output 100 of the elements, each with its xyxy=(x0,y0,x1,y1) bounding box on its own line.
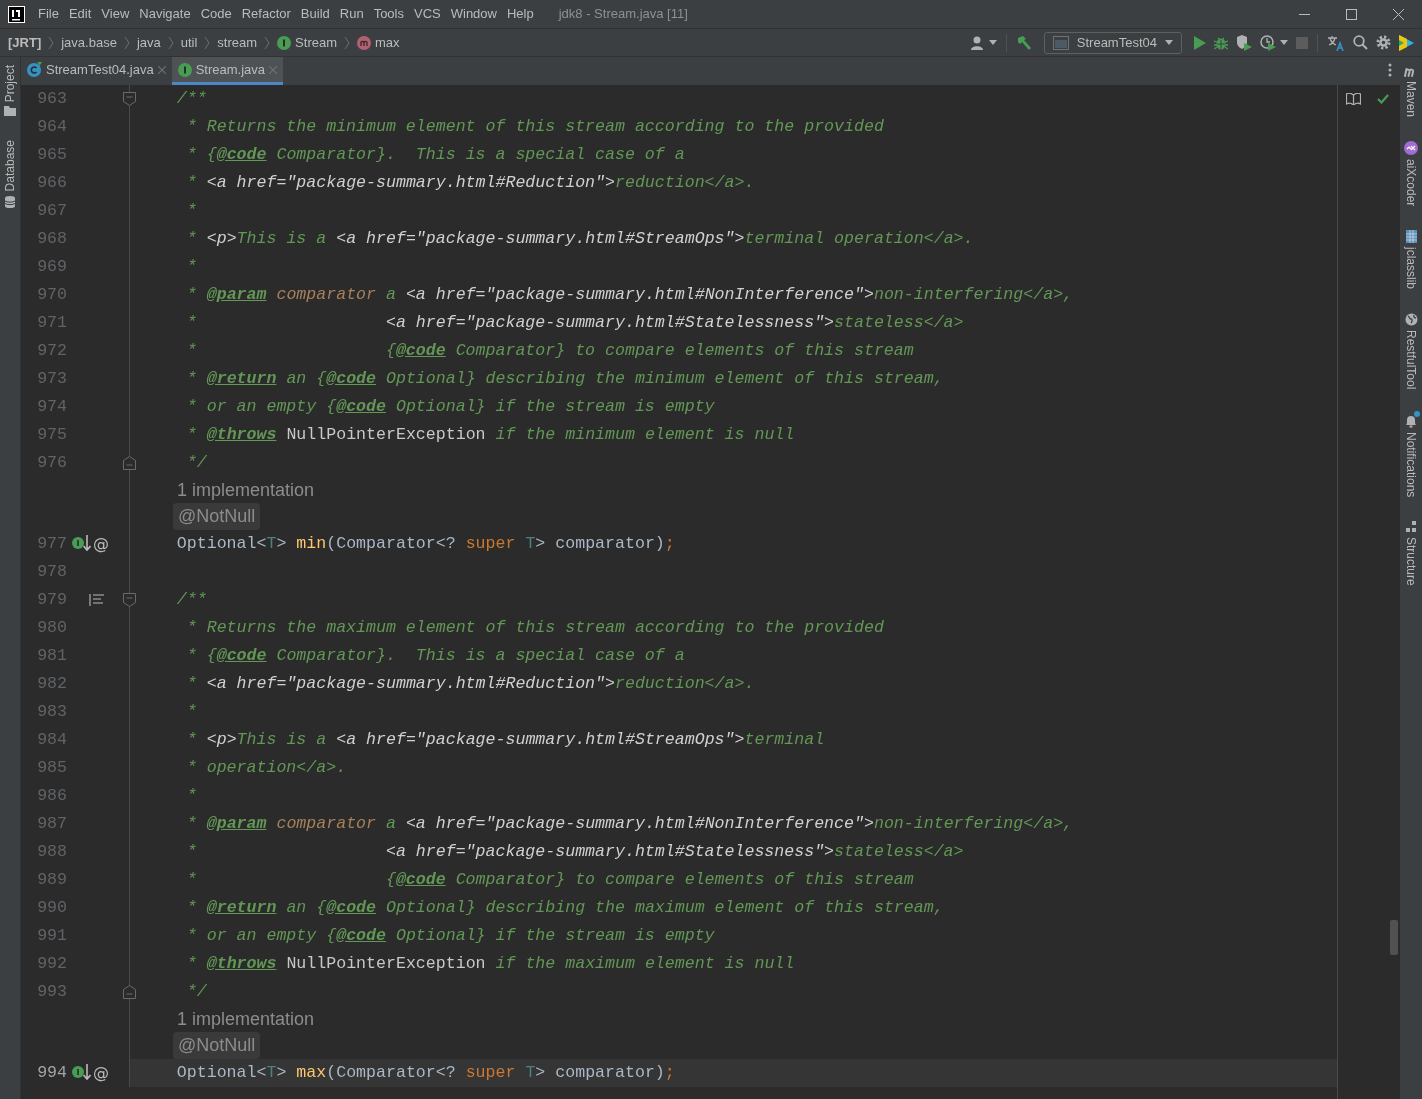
menu-item[interactable]: Refactor xyxy=(236,4,296,24)
implementations-hint[interactable]: 1 implementation xyxy=(177,476,315,504)
coverage-icon xyxy=(1236,34,1252,51)
menu-item[interactable]: Tools xyxy=(368,4,409,24)
line-number: 984 xyxy=(36,728,67,751)
annotation-hint: @NotNull xyxy=(173,1032,261,1060)
window-title: jdk8 - Stream.java [11] xyxy=(558,5,688,24)
bug-icon xyxy=(1214,35,1228,50)
breadcrumb-item[interactable]: java.base xyxy=(61,32,117,53)
line-number: 977 xyxy=(36,532,67,555)
tool-window-button[interactable]: aiXcoder xyxy=(1402,141,1420,207)
doc-lines-icon[interactable] xyxy=(89,593,105,607)
line-number: 985 xyxy=(36,756,67,779)
caret-icon[interactable] xyxy=(988,40,997,45)
window-icon xyxy=(1052,35,1069,50)
line-number: 992 xyxy=(36,952,67,975)
code-line: * xyxy=(185,199,197,222)
line-number: 966 xyxy=(36,171,67,194)
caret-icon[interactable] xyxy=(1165,40,1173,45)
tool-window-button[interactable]: Project xyxy=(1,65,19,117)
run-icon xyxy=(1194,35,1206,50)
code-line: * {@code Comparator}. This is a special case of a xyxy=(185,143,685,166)
menu-item[interactable]: Edit xyxy=(63,4,97,24)
implemented-icon[interactable] xyxy=(72,535,91,553)
line-number: 993 xyxy=(36,980,67,1003)
line-number: 994 xyxy=(36,1061,67,1084)
profiler-icon xyxy=(1260,34,1276,51)
interface-icon xyxy=(277,35,292,50)
breadcrumb-item[interactable]: max xyxy=(375,32,400,53)
line-number: 974 xyxy=(36,395,67,418)
line-number: 971 xyxy=(36,311,67,334)
chevron-icon xyxy=(48,35,55,50)
app-icon[interactable] xyxy=(8,5,25,23)
class-icon xyxy=(27,62,42,77)
line-number: 982 xyxy=(36,672,67,695)
breadcrumb-item[interactable]: util xyxy=(180,32,198,53)
code-line: Optional<T> min(Comparator<? super T> comparator); xyxy=(175,532,675,555)
tool-window-button[interactable]: Maven xyxy=(1402,65,1420,118)
editor-tab[interactable]: StreamTest04.java xyxy=(21,57,172,85)
line-number: 970 xyxy=(36,283,67,306)
line-number: 963 xyxy=(36,87,67,110)
caret-icon[interactable] xyxy=(1280,40,1288,45)
code-line: * Returns the minimum element of this stream according to the provided xyxy=(185,115,884,138)
code-line: * {@code Comparator}. This is a special case of a xyxy=(185,644,685,667)
annotation-hint: @NotNull xyxy=(173,503,261,531)
code-line: * {@code Comparator} to compare elements of this stream xyxy=(185,339,914,362)
menu-item[interactable]: Help xyxy=(501,4,539,24)
run-configuration-dropdown[interactable]: StreamTest04 xyxy=(1043,31,1182,54)
structure-icon xyxy=(1405,521,1417,534)
tool-window-button[interactable]: Structure xyxy=(1402,521,1420,586)
tool-window-button[interactable]: jclasslib xyxy=(1402,230,1420,290)
interface-icon xyxy=(177,62,192,77)
fold-icon[interactable] xyxy=(123,985,136,999)
line-number: 967 xyxy=(36,199,67,222)
code-line: * or an empty {@code Optional} if the stream is empty xyxy=(185,924,715,947)
line-number: 991 xyxy=(36,924,67,947)
implemented-icon[interactable] xyxy=(72,1064,91,1082)
folder-icon xyxy=(4,106,16,117)
breadcrumb-item[interactable]: Stream xyxy=(295,32,337,53)
tool-window-button[interactable]: Database xyxy=(1,140,19,208)
breadcrumb-item[interactable]: java xyxy=(136,32,161,53)
tool-window-button[interactable]: RestfulTool xyxy=(1402,313,1420,390)
line-number: 968 xyxy=(36,227,67,250)
menu-item[interactable]: Code xyxy=(195,4,237,24)
fold-icon[interactable] xyxy=(123,92,136,106)
menu-item[interactable]: Build xyxy=(295,4,335,24)
menu-item[interactable]: Window xyxy=(445,4,502,24)
menu-item[interactable]: File xyxy=(33,4,64,24)
scrollbar-thumb[interactable] xyxy=(1390,920,1398,955)
chevron-icon xyxy=(167,35,174,50)
book-icon[interactable] xyxy=(1346,93,1361,105)
more-options-icon[interactable] xyxy=(1388,63,1392,77)
code-line: Optional<T> max(Comparator<? super T> comparator); xyxy=(175,1061,675,1084)
breadcrumb-item[interactable]: stream xyxy=(217,32,258,53)
tool-window-button[interactable]: Notifications xyxy=(1402,413,1420,498)
editor-tab[interactable]: Stream.java xyxy=(171,57,284,85)
fold-icon[interactable] xyxy=(123,456,136,470)
line-number: 987 xyxy=(36,812,67,835)
menu-item[interactable]: Navigate xyxy=(134,4,196,24)
code-line: * operation</a>. xyxy=(185,756,347,779)
code-line: * Returns the maximum element of this stream according to the provided xyxy=(185,616,884,639)
line-number: 973 xyxy=(36,367,67,390)
fold-icon[interactable] xyxy=(123,593,136,607)
translate-icon xyxy=(1327,34,1345,51)
menu-item[interactable]: View xyxy=(96,4,135,24)
menu-item[interactable]: Run xyxy=(334,4,369,24)
line-number: 978 xyxy=(36,560,67,583)
check-icon[interactable] xyxy=(1377,94,1389,104)
line-number: 986 xyxy=(36,784,67,807)
search-icon xyxy=(1353,35,1368,50)
annotation-marker[interactable]: @ xyxy=(93,1065,109,1081)
database-icon xyxy=(4,195,16,208)
line-number: 975 xyxy=(36,423,67,446)
logo-icon xyxy=(1399,34,1414,51)
menu-item[interactable]: VCS xyxy=(409,4,446,24)
code-line: * {@code Comparator} to compare elements of this stream xyxy=(185,868,914,891)
implementations-hint[interactable]: 1 implementation xyxy=(177,1005,315,1033)
breadcrumb-item[interactable]: [JRT] xyxy=(8,32,42,53)
chevron-icon xyxy=(344,35,350,50)
annotation-marker[interactable]: @ xyxy=(93,536,109,552)
